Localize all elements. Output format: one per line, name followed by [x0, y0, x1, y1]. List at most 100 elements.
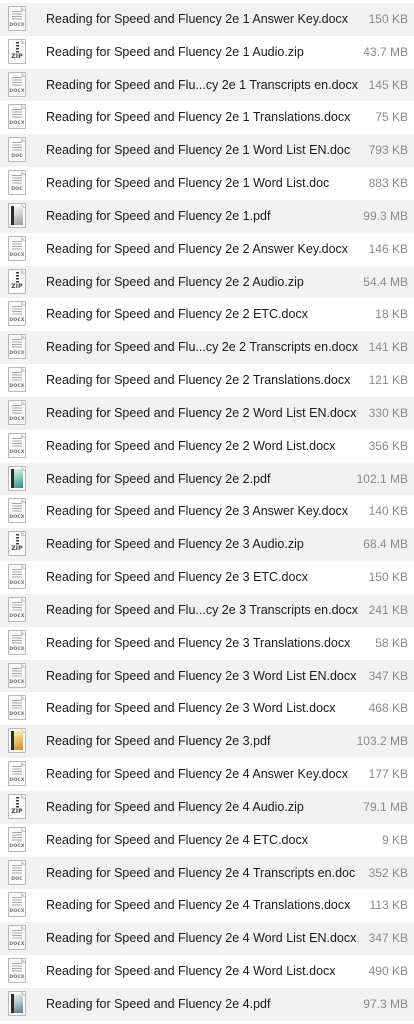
file-size: 347 KB [368, 931, 408, 946]
pdf-icon [8, 990, 26, 1016]
file-size: 97.3 MB [363, 996, 408, 1011]
file-icon-label: DOC [11, 154, 23, 160]
file-size: 18 KB [375, 307, 408, 322]
file-row[interactable]: Reading for Speed and Fluency 2e 3.pdf 1… [0, 725, 414, 759]
file-row[interactable]: DOCX Reading for Speed and Fluency 2e 3 … [0, 659, 414, 693]
file-row[interactable]: DOCX Reading for Speed and Flu...cy 2e 1… [0, 68, 414, 102]
pdf-icon [8, 202, 26, 228]
file-icon-label: ZIP [11, 545, 23, 553]
file-row[interactable]: DOCX Reading for Speed and Fluency 2e 3 … [0, 495, 414, 528]
file-size: 330 KB [368, 405, 408, 420]
file-icon-label: DOC [11, 876, 23, 882]
file-row[interactable]: DOC Reading for Speed and Fluency 2e 1 W… [0, 167, 414, 200]
file-row[interactable]: DOCX Reading for Speed and Fluency 2e 1 … [0, 101, 414, 134]
docx-icon: DOCX [8, 958, 26, 984]
doc-icon: DOC [8, 170, 26, 196]
file-name: Reading for Speed and Fluency 2e 4.pdf [46, 996, 271, 1011]
docx-icon: DOCX [8, 892, 26, 918]
docx-icon: DOCX [8, 629, 26, 655]
file-name: Reading for Speed and Fluency 2e 2 Trans… [46, 373, 351, 388]
file-size: 347 KB [368, 668, 408, 683]
file-row[interactable]: DOCX Reading for Speed and Fluency 2e 4 … [0, 758, 414, 791]
file-name: Reading for Speed and Fluency 2e 1 Word … [46, 176, 330, 191]
file-row[interactable]: Reading for Speed and Fluency 2e 2.pdf 1… [0, 462, 414, 496]
file-icon-label: DOCX [9, 843, 25, 849]
file-name: Reading for Speed and Fluency 2e 2 Word … [46, 438, 336, 453]
file-name: Reading for Speed and Fluency 2e 3 Word … [46, 701, 336, 716]
file-icon-label: DOCX [9, 909, 25, 915]
zip-icon: ZIP [8, 268, 26, 294]
file-icon-label: DOCX [9, 318, 25, 324]
file-name: Reading for Speed and Fluency 2e 4 Audio… [46, 799, 304, 814]
file-row[interactable]: DOCX Reading for Speed and Fluency 2e 2 … [0, 430, 414, 463]
file-name: Reading for Speed and Fluency 2e 1.pdf [46, 208, 271, 223]
doc-icon: DOC [8, 137, 26, 163]
file-row[interactable]: DOCX Reading for Speed and Fluency 2e 4 … [0, 922, 414, 956]
docx-icon: DOCX [8, 235, 26, 261]
pdf-icon [8, 728, 26, 754]
zip-icon: ZIP [8, 38, 26, 64]
file-row[interactable]: DOCX Reading for Speed and Fluency 2e 4 … [0, 889, 414, 922]
file-name: Reading for Speed and Fluency 2e 1 Audio… [46, 44, 304, 59]
file-icon-label: DOC [11, 187, 23, 193]
docx-icon: DOCX [8, 104, 26, 130]
docx-icon: DOCX [8, 596, 26, 622]
file-row[interactable]: DOCX Reading for Speed and Fluency 2e 2 … [0, 396, 414, 430]
file-size: 883 KB [368, 176, 408, 191]
file-name: Reading for Speed and Fluency 2e 3 Audio… [46, 537, 304, 552]
file-row[interactable]: DOCX Reading for Speed and Fluency 2e 3 … [0, 692, 414, 725]
file-list: DOCX Reading for Speed and Fluency 2e 1 … [0, 3, 414, 1021]
file-row[interactable]: ZIP Reading for Speed and Fluency 2e 1 A… [0, 36, 414, 69]
file-row[interactable]: DOCX Reading for Speed and Flu...cy 2e 3… [0, 593, 414, 627]
file-icon-label: DOCX [9, 88, 25, 94]
file-name: Reading for Speed and Fluency 2e 4 ETC.d… [46, 832, 308, 847]
file-row[interactable]: DOCX Reading for Speed and Fluency 2e 2 … [0, 364, 414, 397]
file-row[interactable]: Reading for Speed and Fluency 2e 4.pdf 9… [0, 987, 414, 1021]
file-row[interactable]: ZIP Reading for Speed and Fluency 2e 3 A… [0, 528, 414, 562]
file-size: 241 KB [368, 602, 408, 617]
file-name: Reading for Speed and Fluency 2e 3 ETC.d… [46, 570, 308, 585]
docx-icon: DOCX [8, 761, 26, 787]
file-size: 146 KB [368, 241, 408, 256]
file-row[interactable]: ZIP Reading for Speed and Fluency 2e 4 A… [0, 790, 414, 824]
file-size: 150 KB [368, 570, 408, 585]
docx-icon: DOCX [8, 6, 26, 31]
file-name: Reading for Speed and Fluency 2e 3 Trans… [46, 635, 351, 650]
file-row[interactable]: DOCX Reading for Speed and Fluency 2e 2 … [0, 298, 414, 331]
file-icon-label: DOCX [9, 351, 25, 357]
file-row[interactable]: DOCX Reading for Speed and Fluency 2e 3 … [0, 627, 414, 660]
file-size: 468 KB [368, 701, 408, 716]
docx-icon: DOCX [8, 826, 26, 852]
file-row[interactable]: DOCX Reading for Speed and Flu...cy 2e 2… [0, 331, 414, 365]
file-row[interactable]: Reading for Speed and Fluency 2e 1.pdf 9… [0, 199, 414, 233]
file-icon-label: DOCX [9, 679, 25, 685]
file-size: 54.4 MB [363, 274, 408, 289]
docx-icon: DOCX [8, 662, 26, 688]
docx-icon: DOCX [8, 301, 26, 327]
file-row[interactable]: ZIP Reading for Speed and Fluency 2e 2 A… [0, 265, 414, 299]
file-icon-label: DOCX [9, 581, 25, 587]
file-name: Reading for Speed and Fluency 2e 1 Trans… [46, 110, 351, 125]
file-row[interactable]: DOCX Reading for Speed and Fluency 2e 4 … [0, 824, 414, 857]
file-row[interactable]: DOCX Reading for Speed and Fluency 2e 3 … [0, 561, 414, 594]
file-row[interactable]: DOC Reading for Speed and Fluency 2e 4 T… [0, 856, 414, 890]
docx-icon: DOCX [8, 925, 26, 951]
file-icon-label: DOCX [9, 515, 25, 521]
file-row[interactable]: DOCX Reading for Speed and Fluency 2e 2 … [0, 233, 414, 266]
file-row[interactable]: DOCX Reading for Speed and Fluency 2e 1 … [0, 3, 414, 36]
file-name: Reading for Speed and Fluency 2e 1 Answe… [46, 12, 349, 26]
file-size: 68.4 MB [363, 537, 408, 552]
file-row[interactable]: DOC Reading for Speed and Fluency 2e 1 W… [0, 134, 414, 168]
file-name: Reading for Speed and Fluency 2e 4 Word … [46, 964, 336, 979]
file-size: 75 KB [375, 110, 408, 125]
file-row[interactable]: DOCX Reading for Speed and Fluency 2e 4 … [0, 955, 414, 988]
file-size: 177 KB [368, 767, 408, 782]
file-size: 352 KB [368, 865, 408, 880]
file-name: Reading for Speed and Fluency 2e 4 Trans… [46, 865, 356, 880]
file-icon-label: DOCX [9, 252, 25, 258]
file-name: Reading for Speed and Fluency 2e 2 Audio… [46, 274, 304, 289]
file-size: 490 KB [368, 964, 408, 979]
file-icon-label: ZIP [11, 807, 23, 815]
docx-icon: DOCX [8, 498, 26, 524]
file-size: 141 KB [368, 340, 408, 355]
